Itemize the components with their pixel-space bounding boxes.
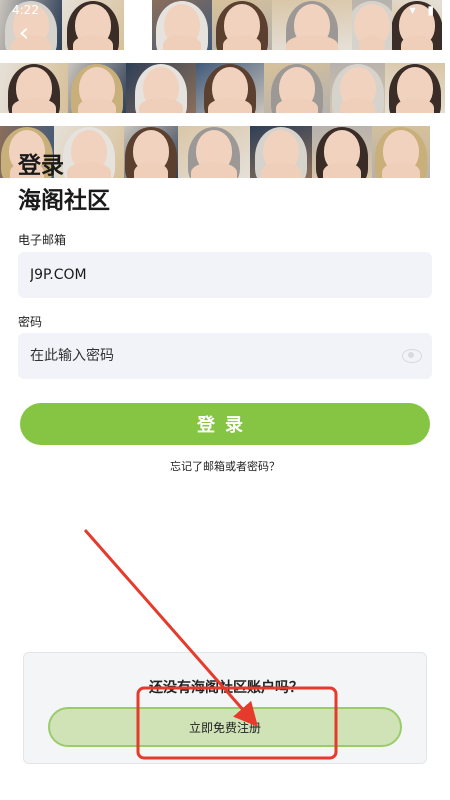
community-name: 海阁社区 bbox=[18, 188, 110, 214]
banner-tile bbox=[385, 63, 445, 113]
email-input[interactable] bbox=[28, 266, 422, 284]
register-button[interactable]: 立即免费注册 bbox=[48, 707, 402, 747]
eye-icon[interactable] bbox=[402, 349, 422, 363]
page-title: 登录 bbox=[18, 153, 64, 179]
status-bar: 4:22 ▾ ▮ bbox=[0, 0, 450, 20]
password-label: 密码 bbox=[18, 315, 43, 329]
banner-tile bbox=[124, 126, 178, 178]
register-card: 还没有海阁社区账户吗？ 立即免费注册 bbox=[23, 652, 427, 764]
banner-tile bbox=[196, 63, 264, 113]
banner-tile bbox=[0, 63, 68, 113]
login-button[interactable]: 登录 bbox=[20, 403, 430, 445]
banner-tile bbox=[68, 63, 126, 113]
banner-tile bbox=[250, 126, 312, 178]
forgot-password-link[interactable]: 忘记了邮箱或者密码？ bbox=[0, 458, 450, 474]
register-prompt: 还没有海阁社区账户吗？ bbox=[149, 680, 303, 696]
password-field[interactable] bbox=[18, 333, 432, 379]
password-input[interactable] bbox=[28, 347, 402, 365]
banner-tile bbox=[126, 63, 196, 113]
banner-strip-2 bbox=[0, 63, 450, 113]
banner-strip-3 bbox=[0, 126, 450, 178]
banner-tile bbox=[264, 63, 330, 113]
banner-tile bbox=[178, 126, 250, 178]
chevron-left-icon: ‹ bbox=[18, 18, 30, 48]
status-icons: ▾ ▮ bbox=[409, 3, 438, 17]
status-time: 4:22 bbox=[12, 3, 39, 17]
banner-tile bbox=[312, 126, 372, 178]
banner-tile bbox=[54, 126, 124, 178]
banner-tile bbox=[372, 126, 430, 178]
email-field[interactable] bbox=[18, 252, 432, 298]
back-button[interactable]: ‹ bbox=[8, 18, 40, 50]
email-label: 电子邮箱 bbox=[18, 233, 67, 247]
banner-tile bbox=[330, 63, 385, 113]
